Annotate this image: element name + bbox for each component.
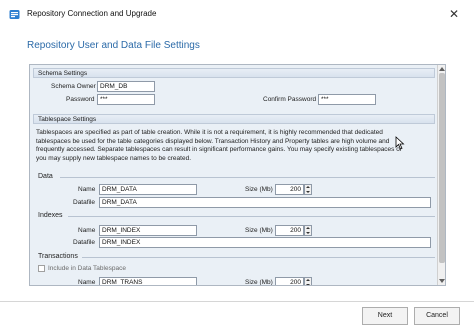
schema-settings-header: Schema Settings	[33, 68, 435, 78]
schema-owner-label: Schema Owner	[51, 83, 96, 90]
footer-divider	[0, 301, 474, 302]
include-in-data-checkbox[interactable]	[38, 265, 45, 272]
scroll-up-arrow-icon[interactable]	[439, 67, 445, 71]
data-datafile-input[interactable]	[99, 197, 431, 208]
indexes-datafile-input[interactable]	[99, 237, 431, 248]
indexes-name-label: Name	[78, 227, 96, 234]
include-in-data-label: Include in Data Tablespace	[48, 265, 126, 272]
spin-up-down-icon[interactable]	[304, 225, 312, 236]
schema-owner-input[interactable]	[97, 81, 155, 92]
scroll-down-arrow-icon[interactable]	[439, 279, 445, 283]
confirm-password-input[interactable]	[318, 94, 376, 105]
transactions-name-label: Name	[78, 279, 96, 286]
tablespace-description: Tablespaces are specified as part of tab…	[36, 129, 403, 162]
data-section-divider	[60, 177, 435, 178]
scroll-thumb[interactable]	[439, 73, 445, 263]
cancel-button[interactable]: Cancel	[414, 307, 460, 325]
next-button[interactable]: Next	[362, 307, 408, 325]
window-title: Repository Connection and Upgrade	[27, 9, 157, 18]
transactions-size-label: Size (Mb)	[245, 279, 273, 286]
data-datafile-label: Datafile	[73, 199, 96, 206]
transactions-name-input[interactable]	[99, 277, 197, 285]
password-input[interactable]	[97, 94, 155, 105]
indexes-datafile-label: Datafile	[73, 239, 96, 246]
spin-up-down-icon[interactable]	[304, 184, 312, 195]
page-heading: Repository User and Data File Settings	[27, 40, 200, 51]
data-name-input[interactable]	[99, 184, 197, 195]
title-bar: Repository Connection and Upgrade ✕	[0, 0, 474, 28]
confirm-password-label: Confirm Password	[263, 96, 317, 103]
indexes-section-title: Indexes	[38, 212, 63, 219]
mouse-cursor-icon	[395, 136, 405, 150]
close-icon[interactable]: ✕	[447, 8, 461, 20]
indexes-section-divider	[68, 216, 435, 217]
data-size-input[interactable]	[275, 184, 304, 195]
password-label: Password	[66, 96, 95, 103]
indexes-size-input[interactable]	[275, 225, 304, 236]
transactions-size-input[interactable]	[275, 277, 304, 285]
vertical-scrollbar[interactable]	[437, 65, 445, 285]
transactions-section-title: Transactions	[38, 253, 78, 260]
spin-up-down-icon[interactable]	[304, 277, 312, 285]
data-name-label: Name	[78, 186, 96, 193]
tablespace-settings-header: Tablespace Settings	[33, 114, 435, 124]
indexes-size-label: Size (Mb)	[245, 227, 273, 234]
data-size-label: Size (Mb)	[245, 186, 273, 193]
data-section-title: Data	[38, 173, 53, 180]
settings-panel: Schema Settings Schema Owner Password Co…	[29, 64, 446, 286]
app-icon	[9, 10, 20, 19]
indexes-name-input[interactable]	[99, 225, 197, 236]
transactions-section-divider	[82, 257, 435, 258]
